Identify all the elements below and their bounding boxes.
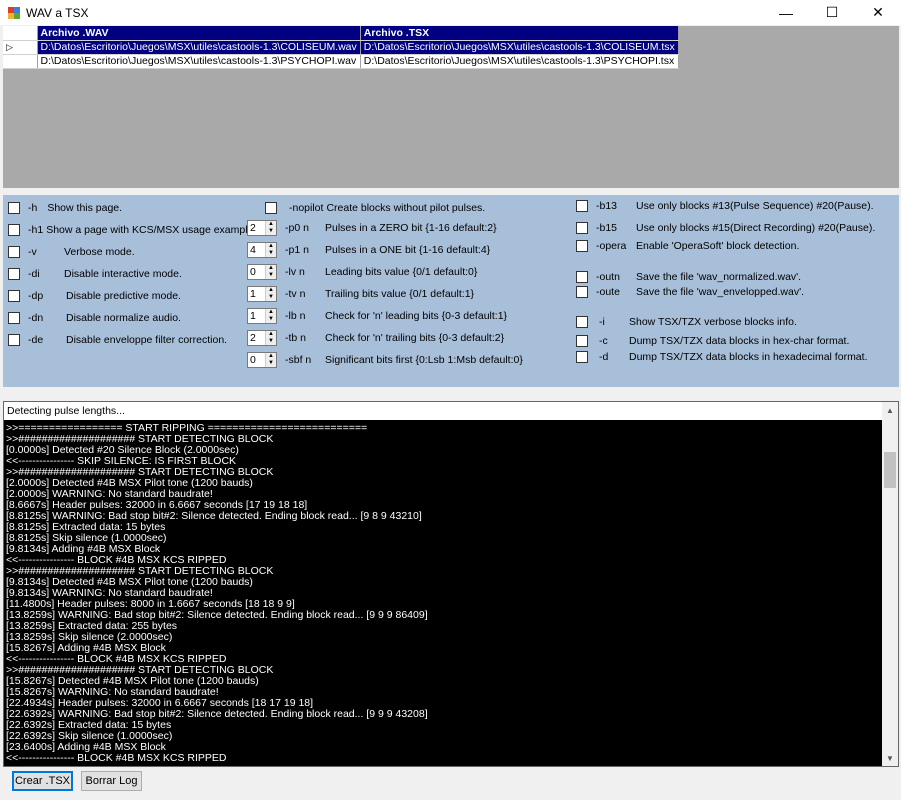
- checkbox[interactable]: [8, 290, 20, 302]
- option-tv[interactable]: 1 ▲ ▼ -tv n Trailing bits value {0/1 default…: [247, 286, 474, 302]
- files-grid[interactable]: Archivo .WAV Archivo .TSX ▷ D:\Datos\Esc…: [3, 26, 899, 188]
- checkbox[interactable]: [576, 316, 588, 328]
- spinner-tb[interactable]: 2 ▲ ▼: [247, 330, 277, 346]
- scroll-up-icon[interactable]: ▲: [882, 402, 898, 418]
- spin-up-icon: ▲: [266, 331, 276, 338]
- option-tb[interactable]: 2 ▲ ▼ -tb n Check for 'n' trailing bits {0-3…: [247, 330, 504, 346]
- option-h[interactable]: -h Show this page.: [8, 200, 122, 216]
- spin-up-icon: ▲: [266, 265, 276, 272]
- option-opera[interactable]: -opera Enable 'OperaSoft' block detection…: [576, 238, 799, 254]
- checkbox[interactable]: [265, 202, 277, 214]
- log-header: Detecting pulse lengths...: [4, 402, 898, 420]
- option-de[interactable]: -de Disable enveloppe filter correction.: [8, 332, 227, 348]
- grid-corner: [3, 26, 38, 41]
- row-header[interactable]: [3, 54, 38, 69]
- option-lv[interactable]: 0 ▲ ▼ -lv n Leading bits value {0/1 default:…: [247, 264, 477, 280]
- spinner-lb[interactable]: 1 ▲ ▼: [247, 308, 277, 324]
- spinner-tv[interactable]: 1 ▲ ▼: [247, 286, 277, 302]
- grid-cell-tsx[interactable]: D:\Datos\Escritorio\Juegos\MSX\utiles\ca…: [360, 54, 679, 69]
- option-p0[interactable]: 2 ▲ ▼ -p0 n Pulses in a ZERO bit {1-16 defau…: [247, 220, 497, 236]
- option-dp[interactable]: -dp Disable predictive mode.: [8, 288, 181, 304]
- row-selector-icon[interactable]: ▷: [3, 40, 38, 55]
- option-d[interactable]: -d Dump TSX/TZX data blocks in hexadecima…: [576, 349, 868, 365]
- spin-down-icon: ▼: [266, 272, 276, 279]
- option-nopilot[interactable]: -nopilot Create blocks without pilot puls…: [265, 200, 485, 216]
- option-c[interactable]: -c Dump TSX/TZX data blocks in hex-char f…: [576, 333, 849, 349]
- spin-down-icon: ▼: [266, 294, 276, 301]
- window-title: WAV a TSX: [26, 5, 89, 20]
- title-bar: WAV a TSX — ☐ ✕: [0, 0, 901, 25]
- grid-cell-tsx[interactable]: D:\Datos\Escritorio\Juegos\MSX\utiles\ca…: [360, 40, 679, 55]
- grid-row[interactable]: ▷ D:\Datos\Escritorio\Juegos\MSX\utiles\…: [3, 40, 679, 55]
- grid-cell-wav[interactable]: D:\Datos\Escritorio\Juegos\MSX\utiles\ca…: [37, 54, 361, 69]
- spin-up-icon: ▲: [266, 287, 276, 294]
- spin-up-icon: ▲: [266, 309, 276, 316]
- checkbox[interactable]: [8, 202, 20, 214]
- log-lines: >>================= START RIPPING ======…: [4, 420, 898, 764]
- option-b13[interactable]: -b13 Use only blocks #13(Pulse Sequence) …: [576, 198, 874, 214]
- option-h1[interactable]: -h1 Show a page with KCS/MSX usage exampl…: [8, 222, 262, 238]
- close-button[interactable]: ✕: [855, 0, 901, 25]
- minimize-button[interactable]: —: [763, 0, 809, 25]
- option-sbf[interactable]: 0 ▲ ▼ -sbf n Significant bits first {0:Lsb 1…: [247, 352, 523, 368]
- option-b15[interactable]: -b15 Use only blocks #15(Direct Recording…: [576, 220, 875, 236]
- spinner-p0[interactable]: 2 ▲ ▼: [247, 220, 277, 236]
- grid-row[interactable]: D:\Datos\Escritorio\Juegos\MSX\utiles\ca…: [3, 54, 679, 69]
- checkbox[interactable]: [8, 312, 20, 324]
- spinner-sbf[interactable]: 0 ▲ ▼: [247, 352, 277, 368]
- vertical-scrollbar[interactable]: ▲ ▼: [882, 402, 898, 766]
- option-dn[interactable]: -dn Disable normalize audio.: [8, 310, 181, 326]
- app-icon: [8, 6, 20, 19]
- scroll-thumb[interactable]: [884, 452, 896, 488]
- checkbox[interactable]: [576, 351, 588, 363]
- option-di[interactable]: -di Disable interactive mode.: [8, 266, 182, 282]
- option-p1[interactable]: 4 ▲ ▼ -p1 n Pulses in a ONE bit {1-16 defaul…: [247, 242, 490, 258]
- checkbox[interactable]: [576, 271, 588, 283]
- checkbox[interactable]: [576, 240, 588, 252]
- spin-up-icon: ▲: [266, 221, 276, 228]
- column-header-wav[interactable]: Archivo .WAV: [37, 26, 361, 41]
- checkbox[interactable]: [576, 286, 588, 298]
- log-line: <<---------------- BLOCK #4B MSX KCS RIP…: [6, 752, 227, 764]
- scroll-down-icon[interactable]: ▼: [882, 750, 898, 766]
- checkbox[interactable]: [8, 224, 20, 236]
- spin-up-icon: ▲: [266, 353, 276, 360]
- create-tsx-button[interactable]: Crear .TSX: [12, 771, 73, 791]
- spinner-p1[interactable]: 4 ▲ ▼: [247, 242, 277, 258]
- option-i[interactable]: -i Show TSX/TZX verbose blocks info.: [576, 314, 797, 330]
- maximize-button[interactable]: ☐: [809, 0, 855, 25]
- option-v[interactable]: -v Verbose mode.: [8, 244, 135, 260]
- checkbox[interactable]: [576, 335, 588, 347]
- options-panel: -h Show this page. -h1 Show a page with KC…: [3, 195, 899, 387]
- spin-down-icon: ▼: [266, 338, 276, 345]
- spin-down-icon: ▼: [266, 360, 276, 367]
- option-outn[interactable]: -outn Save the file 'wav_normalized.wav'.: [576, 269, 801, 285]
- spin-down-icon: ▼: [266, 316, 276, 323]
- spin-down-icon: ▼: [266, 250, 276, 257]
- clear-log-button[interactable]: Borrar Log: [81, 771, 142, 791]
- checkbox[interactable]: [8, 268, 20, 280]
- checkbox[interactable]: [8, 246, 20, 258]
- spinner-lv[interactable]: 0 ▲ ▼: [247, 264, 277, 280]
- log-console[interactable]: Detecting pulse lengths... >>===========…: [3, 401, 899, 767]
- option-lb[interactable]: 1 ▲ ▼ -lb n Check for 'n' leading bits {0-3 …: [247, 308, 507, 324]
- spin-up-icon: ▲: [266, 243, 276, 250]
- checkbox[interactable]: [8, 334, 20, 346]
- column-header-tsx[interactable]: Archivo .TSX: [360, 26, 679, 41]
- checkbox[interactable]: [576, 222, 588, 234]
- checkbox[interactable]: [576, 200, 588, 212]
- grid-cell-wav[interactable]: D:\Datos\Escritorio\Juegos\MSX\utiles\ca…: [37, 40, 361, 55]
- option-oute[interactable]: -oute Save the file 'wav_envelopped.wav'.: [576, 284, 804, 300]
- spin-down-icon: ▼: [266, 228, 276, 235]
